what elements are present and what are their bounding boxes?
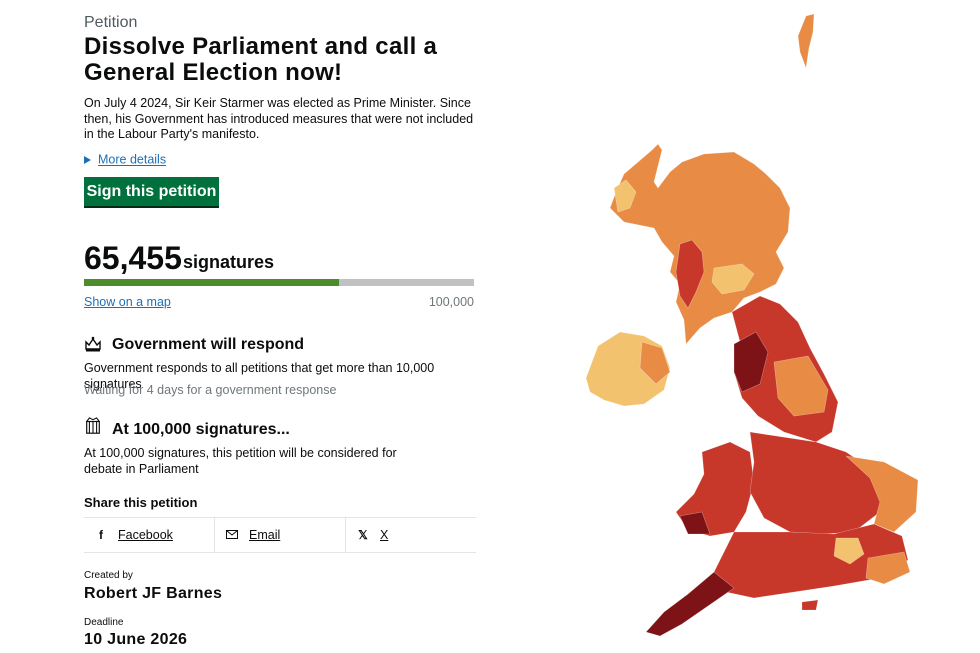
- share-x-link[interactable]: 𝕏 X: [345, 518, 476, 552]
- petition-summary: On July 4 2024, Sir Keir Starmer was ele…: [84, 96, 474, 141]
- share-email-label: Email: [249, 528, 281, 542]
- debate-heading: At 100,000 signatures...: [112, 421, 290, 438]
- share-links: f Facebook Email 𝕏 X: [84, 517, 476, 553]
- crown-icon: [85, 336, 101, 352]
- uk-signature-map[interactable]: [584, 12, 924, 642]
- show-on-map-link[interactable]: Show on a map: [84, 295, 171, 309]
- x-icon: 𝕏: [358, 528, 368, 542]
- map-region-midlands: [749, 431, 885, 535]
- petition-kicker: Petition: [84, 14, 138, 31]
- deadline-date: 10 June 2026: [84, 631, 188, 648]
- share-title: Share this petition: [84, 495, 198, 510]
- share-x-label: X: [380, 528, 389, 542]
- more-details-label: More details: [98, 152, 167, 167]
- debate-text: At 100,000 signatures, this petition wil…: [84, 446, 397, 476]
- sign-petition-button[interactable]: Sign this petition: [84, 177, 219, 208]
- creator-name: Robert JF Barnes: [84, 585, 223, 602]
- more-details-toggle[interactable]: More details: [84, 152, 166, 167]
- share-facebook-label: Facebook: [118, 528, 173, 542]
- share-email-link[interactable]: Email: [214, 518, 345, 552]
- response-heading: Government will respond: [112, 336, 305, 353]
- email-icon: [223, 528, 241, 542]
- signature-target: 100,000: [428, 295, 474, 309]
- response-status: Waiting for 4 days for a government resp…: [84, 383, 337, 397]
- signature-count: 65,455: [84, 240, 182, 276]
- deadline-label: Deadline: [84, 617, 124, 628]
- parliament-icon: [86, 417, 100, 434]
- signature-progress-fill: [84, 279, 340, 286]
- signature-progress-bar: [84, 279, 474, 286]
- expand-triangle-icon: [84, 155, 91, 164]
- map-region-isle-of-wight: [801, 599, 819, 611]
- map-region-shetland: [797, 13, 815, 70]
- map-region-south-west: [645, 571, 735, 637]
- share-facebook-link[interactable]: f Facebook: [84, 518, 214, 552]
- signature-count-label: signatures: [183, 252, 275, 272]
- facebook-icon: f: [99, 528, 103, 542]
- petition-title: Dissolve Parliament and call a General E…: [84, 33, 438, 86]
- creator-label: Created by: [84, 570, 133, 581]
